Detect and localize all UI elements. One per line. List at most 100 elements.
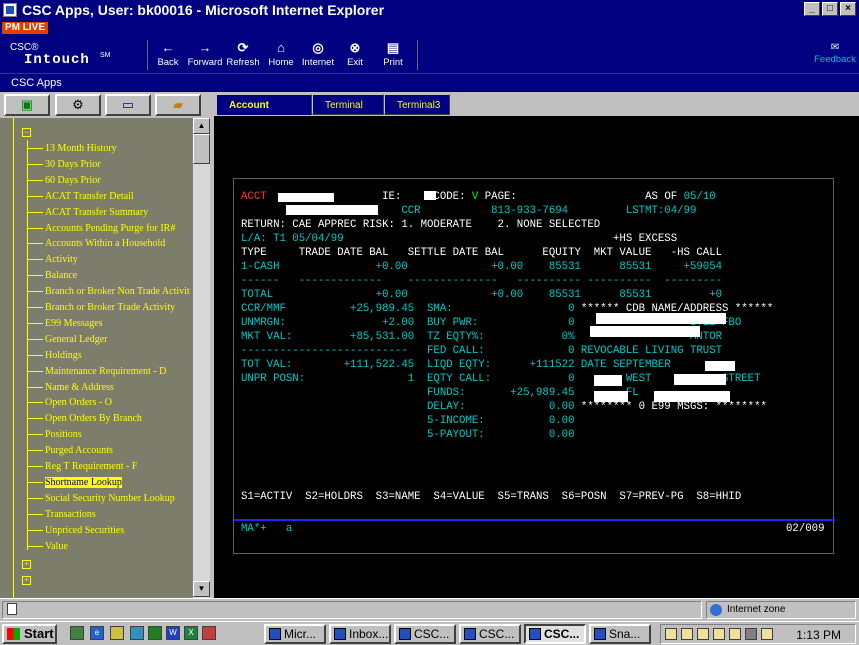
terminal-text: TOT VAL: +111,522.45 LIQD EQTY: +111522 … — [241, 359, 671, 371]
tree-branch-line — [27, 211, 43, 213]
terminal-text: -------------------------- FED CALL: 0 R… — [241, 345, 723, 357]
scroll-down-arrow-icon[interactable]: ▼ — [193, 581, 210, 597]
tree-item[interactable]: 60 Days Prior — [45, 174, 101, 187]
excel-icon[interactable]: X — [184, 626, 198, 640]
tree-item-label: Branch or Broker Non Trade Activit — [45, 286, 190, 298]
csc-apps-bar: CSC Apps — [0, 74, 859, 92]
tree-branch-line — [27, 354, 43, 356]
ie-icon[interactable]: e — [90, 626, 104, 640]
taskbar-clock[interactable]: 1:13 PM — [796, 627, 841, 643]
system-tray: 1:13 PM — [660, 624, 856, 644]
tree-item-label: ACAT Transfer Detail — [45, 190, 134, 202]
scroll-thumb[interactable] — [193, 134, 210, 164]
tree-item[interactable]: 30 Days Prior — [45, 158, 101, 171]
tab-terminal-3[interactable]: Terminal3 — [384, 94, 450, 115]
app-icon[interactable] — [148, 626, 162, 640]
scroll-up-arrow-icon[interactable]: ▲ — [193, 118, 210, 134]
tree-item[interactable]: Purged Accounts — [45, 444, 113, 457]
tree-item[interactable]: ACAT Transfer Detail — [45, 190, 134, 203]
tree-branch-line — [27, 307, 43, 308]
forward-button[interactable]: → Forward — [185, 39, 225, 71]
tree-item[interactable]: Open Orders - O — [45, 396, 112, 409]
windows-icon: ▭ — [121, 97, 135, 112]
terminal-page-indicator: 02/009 — [786, 523, 825, 535]
tray-icon[interactable] — [681, 628, 693, 640]
app-icon[interactable] — [130, 626, 144, 640]
tray-icon[interactable] — [697, 628, 709, 640]
tab-terminal-2[interactable]: Terminal 2 — [312, 94, 384, 132]
tree-item[interactable]: Open Orders By Branch — [45, 412, 142, 425]
tree-item[interactable]: General Ledger — [45, 333, 107, 346]
page-icon — [7, 603, 17, 615]
tree-item[interactable]: E99 Messages — [45, 317, 103, 330]
terminal-area: ACCT IE: CODE: V PAGE: AS OF 05/10 HH CC… — [214, 116, 859, 598]
tree-branch-line — [27, 418, 43, 420]
taskbar-item[interactable]: Inbox... — [329, 624, 391, 644]
feedback-button[interactable]: ✉ Feedback — [813, 42, 857, 68]
tree-item[interactable]: Name & Address — [45, 381, 114, 394]
terminal-text: ******** 0 E99 MSGS: ******** — [580, 401, 767, 413]
exit-button[interactable]: ⊗ Exit — [335, 39, 375, 71]
status-pane-main — [2, 601, 702, 619]
outlook-icon[interactable] — [110, 626, 124, 640]
internet-button[interactable]: ◎ Internet — [298, 39, 338, 71]
tree-item[interactable]: Positions — [45, 428, 82, 441]
tree-item[interactable]: Balance — [45, 269, 77, 282]
tree-item-label: Holdings — [45, 349, 82, 361]
taskbar-item[interactable]: CSC... — [394, 624, 456, 644]
volume-icon[interactable] — [745, 628, 757, 640]
restore-button[interactable]: □ — [822, 2, 838, 16]
tree-item[interactable]: Reg T Requirement - F — [45, 460, 137, 473]
word-icon[interactable]: W — [166, 626, 180, 640]
tree-item[interactable]: Accounts Within a Household — [45, 237, 165, 250]
tree-item-label: Social Security Number Lookup — [45, 492, 175, 504]
tree-branch-line — [27, 529, 43, 531]
tree-item[interactable]: Social Security Number Lookup — [45, 492, 175, 505]
tray-icon[interactable] — [665, 628, 677, 640]
tree-item[interactable]: Branch or Broker Trade Activity — [45, 301, 175, 314]
desktop-icon[interactable] — [70, 626, 84, 640]
tree-item[interactable]: Shortname Lookup — [45, 476, 122, 489]
taskbar-item[interactable]: Micr... — [264, 624, 326, 644]
tree-item[interactable]: Unpriced Securities — [45, 524, 124, 537]
tab-account-inquiry[interactable]: Account Inquiry — [216, 94, 312, 132]
taskbar-item-active[interactable]: CSC... — [524, 624, 586, 644]
tree-branch-line — [27, 227, 43, 229]
ie-icon — [3, 3, 17, 17]
print-button[interactable]: ▤ Print — [373, 39, 413, 71]
windows-icon-button[interactable]: ▭ — [105, 94, 151, 116]
app-icon[interactable] — [202, 626, 216, 640]
home-button[interactable]: ⌂ Home — [261, 39, 301, 71]
refresh-button[interactable]: ⟳ Refresh — [223, 39, 263, 71]
tray-icon[interactable] — [713, 628, 725, 640]
back-button[interactable]: ← Back — [148, 39, 188, 71]
tree-item[interactable]: Transactions — [45, 508, 96, 521]
tree-item[interactable]: Maintenance Requirement - D — [45, 365, 166, 378]
pm-live-bar: PM LIVE — [0, 20, 859, 36]
redaction — [590, 326, 700, 337]
tree-item-label: 13 Month History — [45, 143, 117, 154]
terminal-tabs: Account Inquiry Terminal 2 Terminal3 — [214, 94, 859, 132]
tree-item[interactable]: Activity — [45, 253, 78, 266]
start-button[interactable]: Start — [2, 624, 57, 644]
function-keys: S1=ACTIV S2=HOLDRS S3=NAME S4=VALUE S5=T… — [241, 491, 742, 503]
tree-item[interactable]: Value — [45, 540, 68, 553]
tree-scrollbar[interactable]: ▲ ▼ — [192, 118, 210, 598]
network-icon-button[interactable]: ⚙ — [55, 94, 101, 116]
taskbar-item[interactable]: CSC... — [459, 624, 521, 644]
tree-item[interactable]: ACAT Transfer Summary — [45, 206, 148, 219]
taskbar-item[interactable]: Sna... — [589, 624, 651, 644]
close-button[interactable]: × — [840, 2, 856, 16]
tray-icon[interactable] — [761, 628, 773, 640]
tree-item-label: Positions — [45, 429, 82, 441]
terminal-screen[interactable]: ACCT IE: CODE: V PAGE: AS OF 05/10 HH CC… — [233, 178, 835, 554]
tree-guide-line — [13, 118, 14, 598]
new-icon-button[interactable]: ▣ — [4, 94, 50, 116]
tray-icon[interactable] — [729, 628, 741, 640]
tree-item[interactable]: Accounts Pending Purge for IR# — [45, 222, 175, 235]
tree-item[interactable]: Branch or Broker Non Trade Activit — [45, 285, 190, 298]
folder-icon-button[interactable]: ▰ — [155, 94, 201, 116]
tree-item[interactable]: Holdings — [45, 349, 82, 362]
minimize-button[interactable]: _ — [804, 2, 820, 16]
tree-item[interactable]: 13 Month History — [45, 142, 117, 155]
